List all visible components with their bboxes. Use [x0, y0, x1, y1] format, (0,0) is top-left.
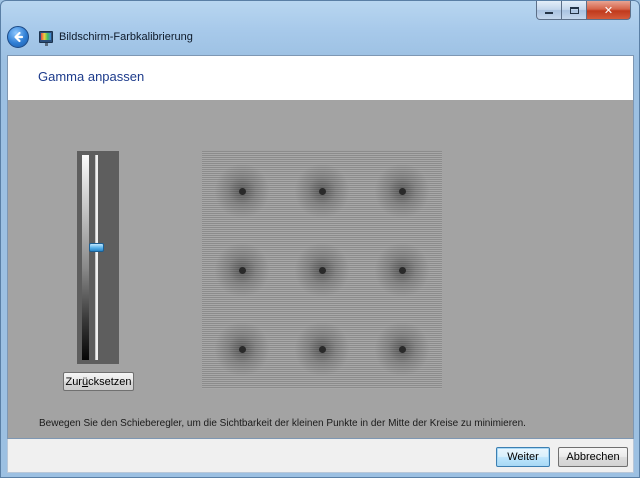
maximize-icon — [569, 6, 579, 14]
gamma-center-dot — [399, 187, 406, 195]
gamma-center-dot — [239, 346, 246, 354]
gamma-center-dot — [319, 187, 326, 195]
gamma-test-circle — [202, 310, 282, 389]
gamma-slider-panel — [77, 151, 119, 364]
gamma-slider-track[interactable] — [95, 155, 98, 360]
window-title: Bildschirm-Farbkalibrierung — [59, 31, 193, 43]
gamma-test-circle — [202, 151, 282, 230]
close-icon: ✕ — [603, 4, 614, 17]
next-button[interactable]: Weiter — [496, 447, 550, 467]
gamma-test-circle — [282, 230, 362, 309]
gamma-center-dot — [319, 346, 326, 354]
gamma-center-dot — [239, 266, 246, 274]
gamma-test-circle — [282, 151, 362, 230]
back-button[interactable] — [7, 26, 29, 48]
maximize-button[interactable] — [562, 1, 587, 20]
minimize-icon — [545, 12, 553, 14]
back-arrow-icon — [14, 31, 24, 43]
page-title: Gamma anpassen — [38, 69, 145, 84]
gamma-center-dot — [319, 266, 326, 274]
gamma-test-circle — [362, 310, 442, 389]
cancel-button[interactable]: Abbrechen — [558, 447, 628, 467]
button-footer: Weiter Abbrechen — [7, 439, 634, 473]
header-band: Gamma anpassen — [8, 56, 633, 100]
gamma-test-image — [202, 151, 442, 389]
gamma-test-circle — [362, 151, 442, 230]
display-calibration-icon — [39, 31, 53, 46]
content-area: Gamma anpassen Zurücksetzen Bewegen Sie … — [7, 55, 634, 439]
gamma-test-circle — [362, 230, 442, 309]
gamma-test-circle — [202, 230, 282, 309]
gamma-center-dot — [399, 266, 406, 274]
reset-button-label: Zurücksetzen — [65, 375, 132, 388]
window-controls: ✕ — [536, 1, 631, 21]
minimize-button[interactable] — [536, 1, 562, 20]
close-button[interactable]: ✕ — [587, 1, 631, 20]
gamma-center-dot — [399, 346, 406, 354]
calibration-window: ✕ Bildschirm-Farbkalibrierung Gamma anpa… — [0, 0, 640, 478]
gamma-slider-thumb[interactable] — [89, 242, 104, 252]
gamma-center-dot — [239, 187, 246, 195]
gamma-test-circle — [282, 310, 362, 389]
gamma-gradient-strip — [82, 155, 89, 360]
navigation-bar: Bildschirm-Farbkalibrierung — [7, 25, 193, 49]
instruction-text: Bewegen Sie den Schieberegler, um die Si… — [39, 418, 526, 429]
reset-button[interactable]: Zurücksetzen — [63, 372, 134, 391]
